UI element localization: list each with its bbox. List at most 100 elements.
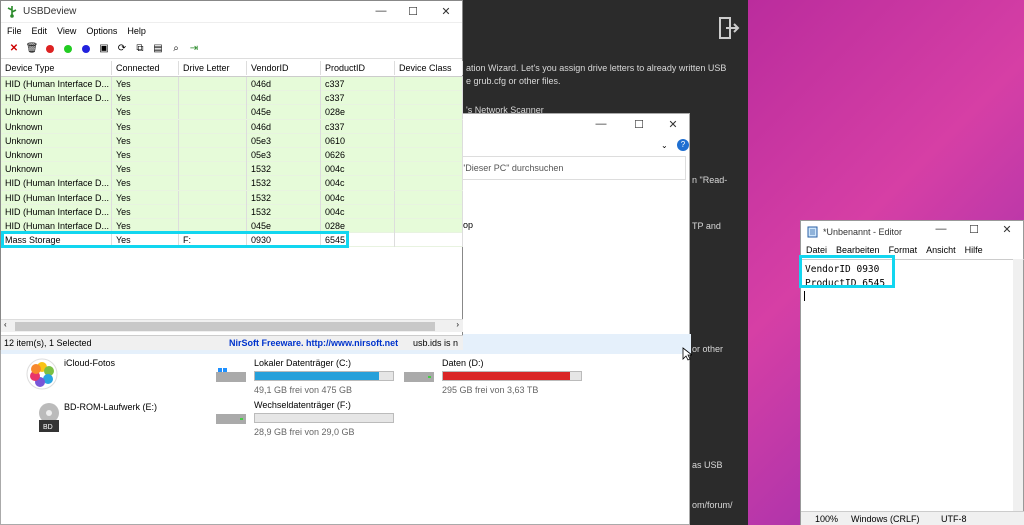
maximize-button[interactable]: ☐ bbox=[964, 223, 984, 236]
scroll-thumb[interactable] bbox=[15, 322, 435, 331]
disconnect-icon[interactable]: ✕ bbox=[7, 42, 21, 56]
menu-ansicht[interactable]: Ansicht bbox=[926, 245, 956, 259]
table-cell: HID (Human Interface D... bbox=[1, 190, 112, 205]
drive-info: 295 GB frei von 3,63 TB bbox=[442, 385, 539, 395]
usb-app-icon bbox=[7, 6, 17, 18]
minimize-button[interactable]: — bbox=[931, 223, 951, 235]
menu-file[interactable]: File bbox=[7, 26, 22, 36]
table-cell bbox=[395, 119, 463, 134]
table-cell: Unknown bbox=[1, 147, 112, 162]
column-header[interactable]: Connected bbox=[112, 61, 179, 75]
minimize-button[interactable]: — bbox=[371, 5, 391, 17]
chevron-down-icon[interactable]: ⌄ bbox=[661, 141, 668, 150]
bg-text: e grub.cfg or other files. bbox=[466, 76, 561, 86]
maximize-button[interactable]: ☐ bbox=[629, 118, 649, 131]
text-cursor bbox=[804, 291, 805, 301]
table-row[interactable]: HID (Human Interface D... Yes 1532 004c bbox=[1, 204, 463, 219]
line-ending: Windows (CRLF) bbox=[851, 514, 920, 524]
table-cell bbox=[395, 147, 463, 162]
table-cell: Unknown bbox=[1, 105, 112, 120]
notepad-status-bar: 100% Windows (CRLF) UTF-8 bbox=[801, 511, 1024, 525]
table-cell bbox=[395, 190, 463, 205]
table-cell: 004c bbox=[321, 204, 395, 219]
table-cell: Yes bbox=[112, 204, 179, 219]
table-cell: Unknown bbox=[1, 162, 112, 177]
save-icon[interactable]: ▣ bbox=[97, 42, 111, 56]
table-cell: 0626 bbox=[321, 147, 395, 162]
minimize-button[interactable]: — bbox=[591, 118, 611, 130]
menu-help[interactable]: Help bbox=[127, 26, 146, 36]
table-cell: 046d bbox=[247, 119, 321, 134]
exit-app-icon[interactable]: ⇥ bbox=[187, 42, 201, 56]
hard-drive-icon bbox=[404, 372, 434, 382]
table-cell: 1532 bbox=[247, 162, 321, 177]
column-header[interactable]: Device Class bbox=[395, 61, 463, 75]
table-cell: Yes bbox=[112, 105, 179, 120]
column-header[interactable]: VendorID bbox=[247, 61, 321, 75]
drive-usage-bar bbox=[442, 371, 582, 381]
bg-text: or other bbox=[692, 344, 724, 354]
menu-options[interactable]: Options bbox=[86, 26, 117, 36]
green-dot-icon[interactable] bbox=[61, 42, 75, 56]
vertical-scrollbar[interactable] bbox=[1013, 259, 1023, 511]
red-dot-icon[interactable] bbox=[43, 42, 57, 56]
scroll-right-icon[interactable]: › bbox=[456, 320, 459, 329]
table-cell bbox=[179, 190, 247, 205]
table-row[interactable]: HID (Human Interface D... Yes 1532 004c bbox=[1, 176, 463, 191]
table-row[interactable]: HID (Human Interface D... Yes 046d c337 bbox=[1, 77, 463, 92]
text-highlight bbox=[799, 255, 895, 288]
column-header[interactable]: Drive Letter bbox=[179, 61, 247, 75]
table-row[interactable]: HID (Human Interface D... Yes 1532 004c bbox=[1, 190, 463, 205]
table-cell bbox=[395, 176, 463, 191]
table-cell: 046d bbox=[247, 91, 321, 106]
column-header[interactable]: ProductID bbox=[321, 61, 395, 75]
bg-text: om/forum/ bbox=[692, 500, 733, 510]
table-cell: Yes bbox=[112, 77, 179, 91]
horizontal-scrollbar[interactable]: ‹ › bbox=[1, 319, 463, 332]
column-header[interactable]: Device Type bbox=[1, 61, 112, 75]
menu-edit[interactable]: Edit bbox=[32, 26, 48, 36]
table-cell bbox=[179, 162, 247, 177]
encoding: UTF-8 bbox=[941, 514, 967, 524]
table-row[interactable]: Unknown Yes 05e3 0626 bbox=[1, 147, 463, 163]
help-icon[interactable]: ? bbox=[677, 139, 689, 151]
find-icon[interactable]: ⌕ bbox=[169, 42, 183, 56]
table-header: Device Type Connected Drive Letter Vendo… bbox=[1, 61, 463, 77]
table-cell: c337 bbox=[321, 119, 395, 134]
table-cell bbox=[395, 162, 463, 177]
usbdeview-window: USBDeview — ☐ ✕ File Edit View Options H… bbox=[0, 0, 463, 350]
table-row[interactable]: Unknown Yes 05e3 0610 bbox=[1, 133, 463, 148]
table-cell: Yes bbox=[112, 147, 179, 162]
selection-highlight bbox=[1, 231, 349, 248]
table-cell bbox=[395, 218, 463, 233]
drive-name: Daten (D:) bbox=[442, 358, 484, 368]
notepad-text-area[interactable]: VendorID 0930 ProductID 6545 bbox=[801, 259, 1024, 511]
copy-icon[interactable]: ⧉ bbox=[133, 42, 147, 56]
search-input[interactable]: "Dieser PC" durchsuchen bbox=[456, 156, 686, 180]
uninstall-icon[interactable]: 🗑 bbox=[25, 42, 39, 56]
table-row[interactable]: HID (Human Interface D... Yes 046d c337 bbox=[1, 91, 463, 106]
maximize-button[interactable]: ☐ bbox=[403, 5, 423, 18]
table-row[interactable]: Unknown Yes 046d c337 bbox=[1, 119, 463, 134]
blue-dot-icon[interactable] bbox=[79, 42, 93, 56]
table-cell: c337 bbox=[321, 91, 395, 106]
drive-info: 49,1 GB frei von 475 GB bbox=[254, 385, 353, 395]
refresh-icon[interactable]: ⟳ bbox=[115, 42, 129, 56]
table-row[interactable]: Unknown Yes 1532 004c bbox=[1, 162, 463, 177]
exit-icon[interactable] bbox=[716, 16, 740, 40]
table-cell: Yes bbox=[112, 119, 179, 134]
table-cell: 05e3 bbox=[247, 147, 321, 162]
table-row[interactable]: Unknown Yes 045e 028e bbox=[1, 105, 463, 120]
nirsoft-link[interactable]: NirSoft Freeware. http://www.nirsoft.net bbox=[229, 338, 398, 348]
table-cell: 045e bbox=[247, 105, 321, 120]
menu-hilfe[interactable]: Hilfe bbox=[965, 245, 983, 259]
close-button[interactable]: ✕ bbox=[997, 223, 1017, 236]
table-cell: HID (Human Interface D... bbox=[1, 77, 112, 91]
properties-icon[interactable]: ▤ bbox=[151, 42, 165, 56]
scroll-left-icon[interactable]: ‹ bbox=[4, 320, 7, 329]
usbdeview-titlebar: USBDeview — ☐ ✕ bbox=[1, 1, 462, 23]
table-cell bbox=[179, 77, 247, 91]
close-button[interactable]: ✕ bbox=[663, 118, 683, 131]
close-button[interactable]: ✕ bbox=[436, 5, 456, 18]
menu-view[interactable]: View bbox=[57, 26, 76, 36]
